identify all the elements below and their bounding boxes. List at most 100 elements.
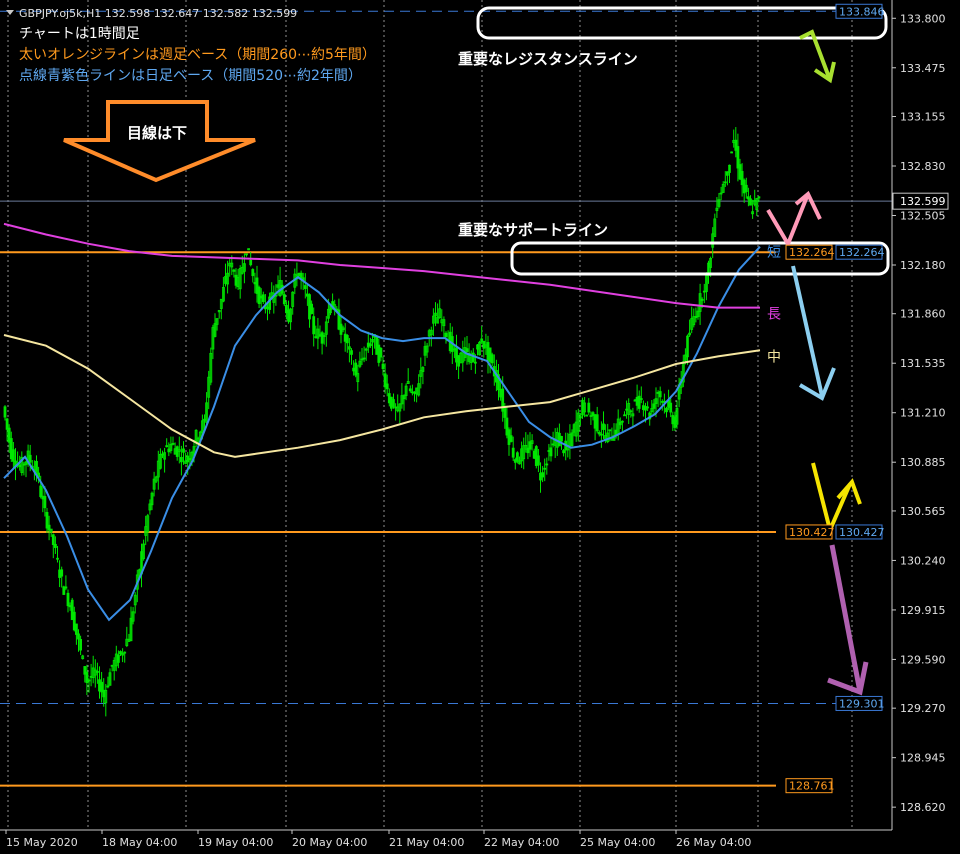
candle-body xyxy=(656,392,660,394)
candle-body xyxy=(560,435,563,442)
ma-label: 短 xyxy=(767,245,781,261)
symbol-line: GBPJPY.oj5k,H1 132.598 132.647 132.582 1… xyxy=(19,7,297,20)
candle-body xyxy=(28,454,32,463)
candle-body xyxy=(362,357,366,360)
candle-body xyxy=(234,274,238,286)
candle-body xyxy=(652,403,656,409)
x-tick-label: 20 May 04:00 xyxy=(292,836,367,849)
price-tag-text: 128.761 xyxy=(789,780,835,793)
candle-body xyxy=(537,455,540,466)
ma-label: 中 xyxy=(767,349,781,365)
candle-body xyxy=(245,253,248,256)
candle-body xyxy=(639,398,643,400)
x-tick-label: 25 May 04:00 xyxy=(580,836,655,849)
candle-body xyxy=(723,181,727,184)
y-tick-label: 132.505 xyxy=(900,209,946,222)
y-tick-label: 133.155 xyxy=(900,111,946,124)
view-label: 目線は下 xyxy=(127,124,187,142)
candle-body xyxy=(587,402,591,413)
candle-body xyxy=(72,611,76,631)
candle-body xyxy=(381,363,385,370)
candle-body xyxy=(509,435,513,442)
candle-body xyxy=(310,303,314,314)
candle-body xyxy=(41,495,45,500)
candle-body xyxy=(534,446,538,466)
candle-body xyxy=(100,681,103,693)
price-tag-text: 130.427 xyxy=(789,526,835,539)
candle-body xyxy=(171,442,175,445)
candle-body xyxy=(623,414,626,417)
candle-body xyxy=(106,685,110,688)
candle-body xyxy=(51,534,55,545)
candle-body xyxy=(658,391,662,398)
y-tick-label: 129.590 xyxy=(900,653,946,666)
candle-body xyxy=(740,170,744,186)
candle-body xyxy=(182,448,185,453)
candle-body xyxy=(490,354,494,364)
resistance-label: 重要なレジスタンスライン xyxy=(458,50,638,68)
candle-body xyxy=(303,285,307,289)
x-tick-label: 19 May 04:00 xyxy=(198,836,273,849)
price-tag-text: 129.301 xyxy=(839,697,885,710)
chart-note-1: チャートは1時間足 xyxy=(19,26,140,42)
x-tick-label: 15 May 2020 xyxy=(6,836,78,849)
candle-body xyxy=(379,347,383,358)
candle-body xyxy=(98,679,101,692)
candle-body xyxy=(516,452,519,462)
candle-body xyxy=(58,569,61,578)
x-tick-label: 18 May 04:00 xyxy=(102,836,177,849)
candle-body xyxy=(322,335,326,337)
candle-body xyxy=(669,402,673,413)
candle-body xyxy=(312,316,316,335)
price-chart: 短長中 目線は下 重要なレジスタンスライン 重要なサポートライン 133.800… xyxy=(0,0,960,854)
y-tick-label: 130.885 xyxy=(900,456,946,469)
candle-body xyxy=(251,269,255,277)
candle-body xyxy=(66,592,70,607)
candle-body xyxy=(165,445,169,448)
chart-note-2: 太いオレンジラインは週足ベース（期間260⋯約5年間） xyxy=(19,47,376,63)
candle-body xyxy=(635,396,639,406)
candle-body xyxy=(665,407,668,413)
candle-body xyxy=(320,332,324,344)
candle-body xyxy=(503,407,507,418)
candle-body xyxy=(350,350,353,355)
candle-body xyxy=(749,198,752,206)
candle-body xyxy=(408,388,412,392)
y-tick-label: 132.180 xyxy=(900,259,946,272)
candle-body xyxy=(593,414,597,429)
y-tick-label: 130.240 xyxy=(900,554,946,567)
current-price-text: 132.599 xyxy=(900,195,946,208)
x-tick-label: 21 May 04:00 xyxy=(389,836,464,849)
candle-body xyxy=(734,139,738,151)
candle-body xyxy=(562,450,565,454)
candle-body xyxy=(85,671,89,684)
candle-body xyxy=(597,432,601,435)
candle-body xyxy=(602,423,605,430)
candle-body xyxy=(551,443,555,446)
candle-body xyxy=(368,343,372,347)
candle-body xyxy=(68,605,72,608)
candle-body xyxy=(444,332,448,338)
x-tick-label: 26 May 04:00 xyxy=(676,836,751,849)
candle-body xyxy=(600,433,603,436)
candle-body xyxy=(64,586,68,589)
candle-body xyxy=(513,459,517,463)
candle-body xyxy=(595,414,599,432)
price-tag-text: 130.427 xyxy=(839,526,885,539)
candle-body xyxy=(730,151,733,154)
candle-body xyxy=(543,467,547,470)
candle-body xyxy=(89,675,93,678)
candle-body xyxy=(345,335,349,344)
y-tick-label: 131.535 xyxy=(900,357,946,370)
y-tick-label: 131.860 xyxy=(900,308,946,321)
candle-body xyxy=(179,456,183,463)
candle-body xyxy=(43,496,47,509)
candle-body xyxy=(671,415,675,425)
candle-body xyxy=(75,623,78,635)
candle-body xyxy=(232,269,236,272)
candle-body xyxy=(60,569,64,577)
price-tag-text: 132.264 xyxy=(839,246,885,259)
candle-body xyxy=(700,298,704,301)
candle-body xyxy=(257,286,261,305)
candle-body xyxy=(744,184,748,192)
